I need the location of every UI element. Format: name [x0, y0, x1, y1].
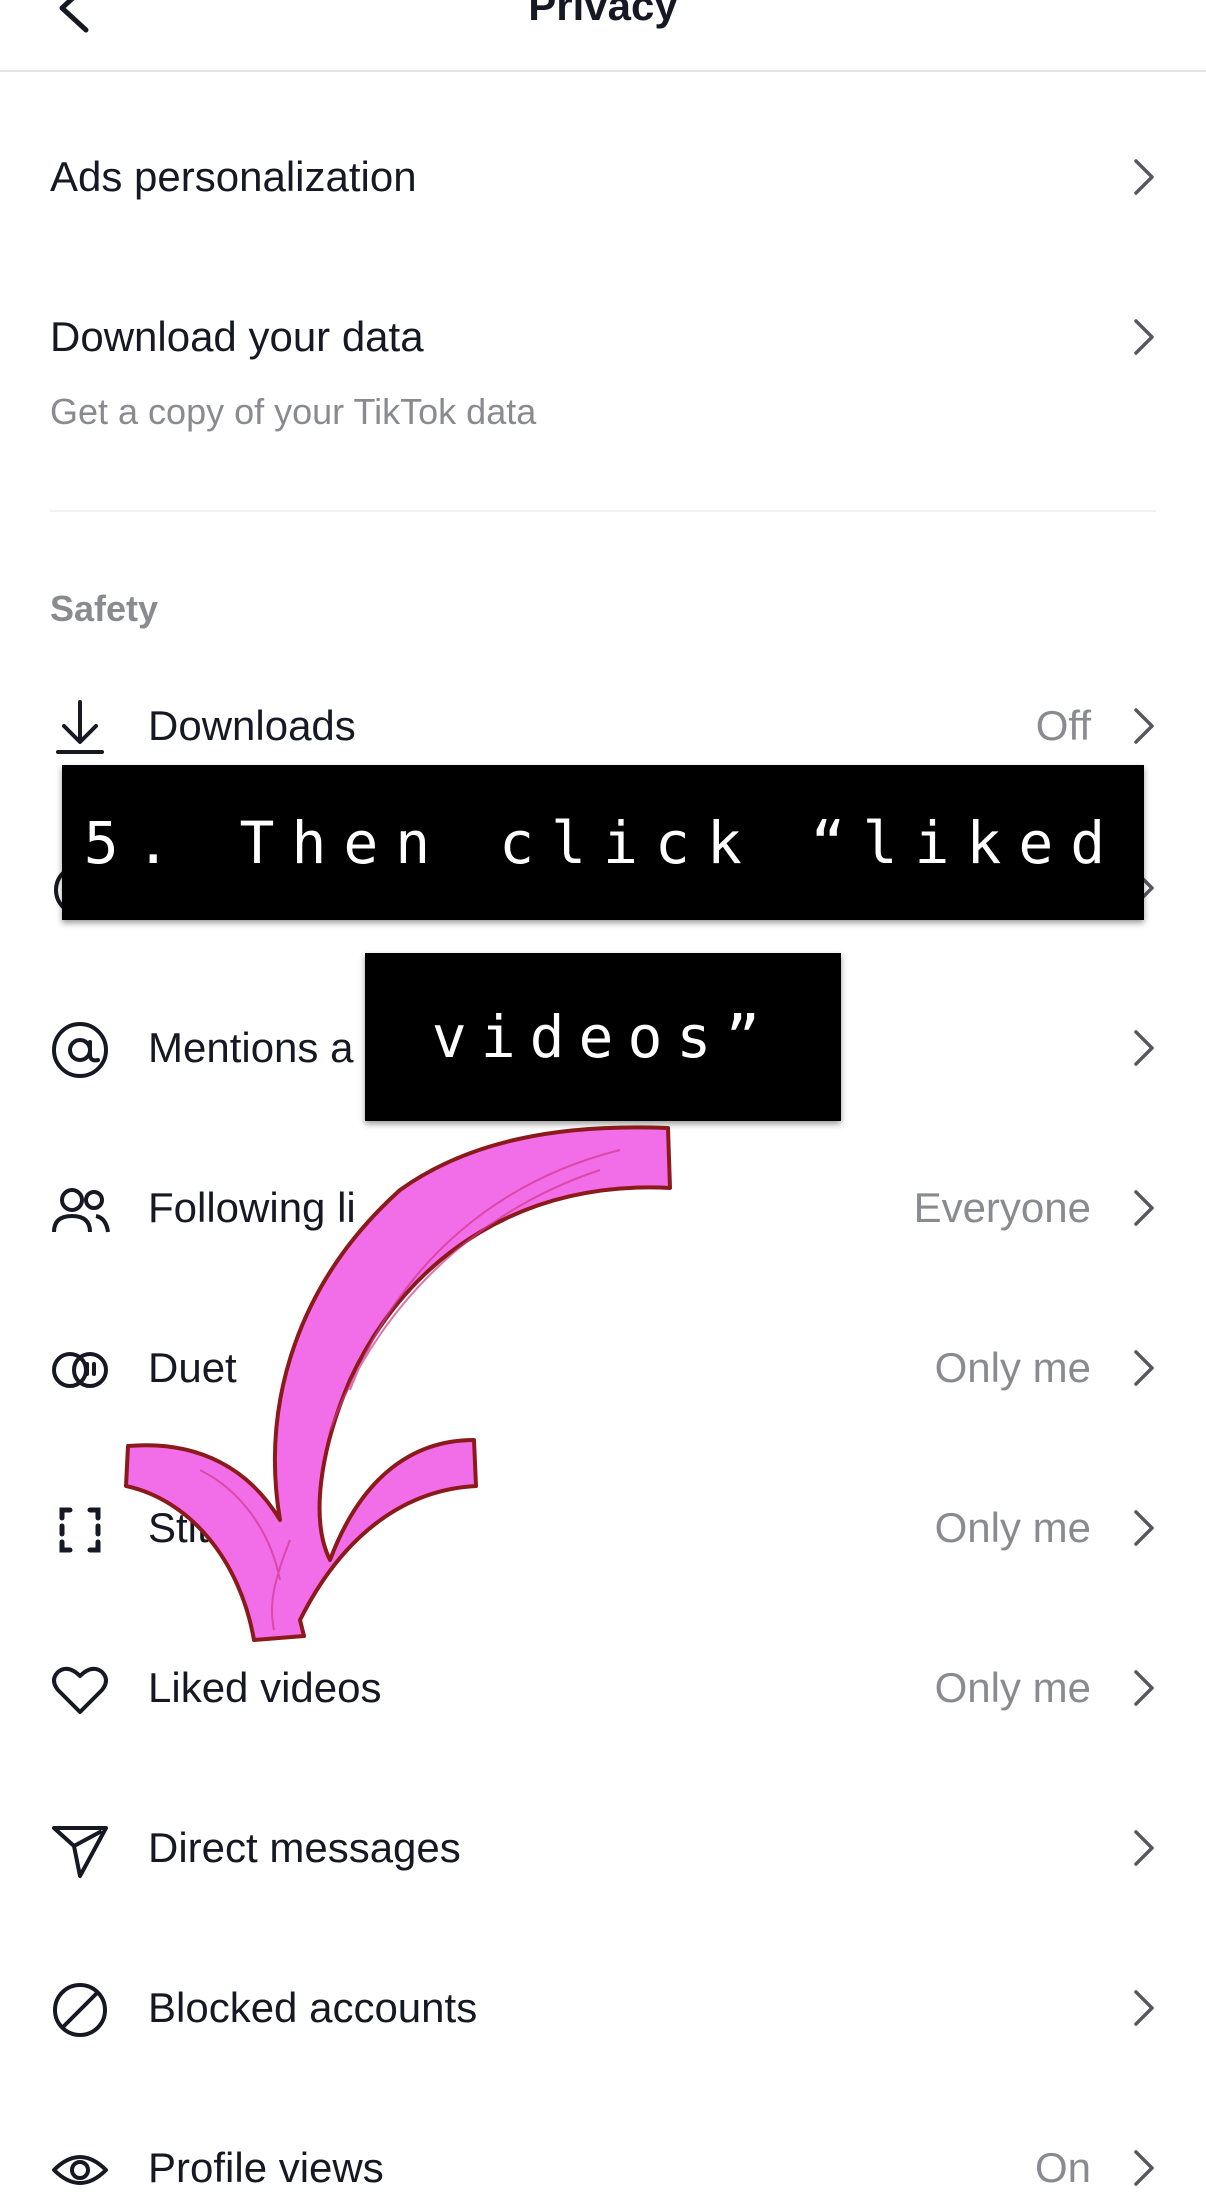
profile-views-value: On [1034, 2144, 1091, 2191]
duet-value: Only me [934, 1344, 1091, 1391]
stitch-label: Stitc [148, 1504, 230, 1551]
chevron-right-icon [1134, 1990, 1154, 2026]
liked-videos-row[interactable]: Liked videos Only me [0, 1608, 1206, 1768]
ads-personalization-label: Ads personalization [50, 153, 417, 200]
mentions-label: Mentions a [148, 1024, 354, 1071]
downloads-value: Off [1035, 702, 1091, 749]
duet-row[interactable]: Duet Only me [0, 1288, 1206, 1448]
chevron-right-icon [1134, 159, 1154, 195]
chevron-right-icon [1134, 1510, 1154, 1546]
following-list-label: Following li [148, 1184, 356, 1231]
downloads-label: Downloads [148, 702, 356, 749]
tutorial-caption-line2: videos” [365, 953, 841, 1121]
at-icon [52, 1022, 108, 1078]
stitch-value: Only me [934, 1504, 1091, 1551]
blocked-accounts-row[interactable]: Blocked accounts [0, 1928, 1206, 2088]
ads-personalization-row[interactable]: Ads personalization [0, 97, 1206, 257]
duet-label: Duet [148, 1344, 237, 1391]
chevron-right-icon [1134, 319, 1154, 355]
download-your-data-row[interactable]: Download your data Get a copy of your Ti… [0, 257, 1206, 457]
eye-icon [52, 2155, 108, 2185]
header-bar: Privacy [0, 0, 1206, 72]
liked-videos-label: Liked videos [148, 1664, 382, 1711]
section-divider [50, 510, 1156, 512]
following-list-value: Everyone [913, 1184, 1091, 1231]
chevron-right-icon [1134, 1350, 1154, 1386]
heart-icon [52, 1666, 108, 1714]
download-your-data-label: Download your data [50, 313, 424, 360]
stitch-icon [59, 1507, 101, 1553]
send-icon [52, 1826, 108, 1878]
profile-views-row[interactable]: Profile views On [0, 2088, 1206, 2208]
direct-messages-row[interactable]: Direct messages [0, 1768, 1206, 1928]
direct-messages-label: Direct messages [148, 1824, 461, 1871]
download-icon [56, 700, 104, 754]
people-icon [52, 1188, 110, 1233]
duet-icon [52, 1352, 108, 1388]
chevron-right-icon [1134, 1190, 1154, 1226]
section-title-safety: Safety [50, 588, 159, 629]
chevron-right-icon [1134, 1830, 1154, 1866]
chevron-right-icon [1134, 2150, 1154, 2186]
stitch-row[interactable]: Stitc Only me [0, 1448, 1206, 1608]
tutorial-caption-line1: 5. Then click “liked [62, 765, 1144, 920]
blocked-accounts-label: Blocked accounts [148, 1984, 478, 2031]
chevron-right-icon [1134, 1670, 1154, 1706]
chevron-right-icon [1134, 1030, 1154, 1066]
following-list-row[interactable]: Following li Everyone [0, 1128, 1206, 1288]
download-your-data-subtext: Get a copy of your TikTok data [50, 391, 537, 432]
blocked-icon [53, 1983, 107, 2037]
liked-videos-value: Only me [934, 1664, 1091, 1711]
chevron-right-icon [1134, 708, 1154, 744]
profile-views-label: Profile views [148, 2144, 384, 2191]
page-title: Privacy [528, 0, 678, 29]
